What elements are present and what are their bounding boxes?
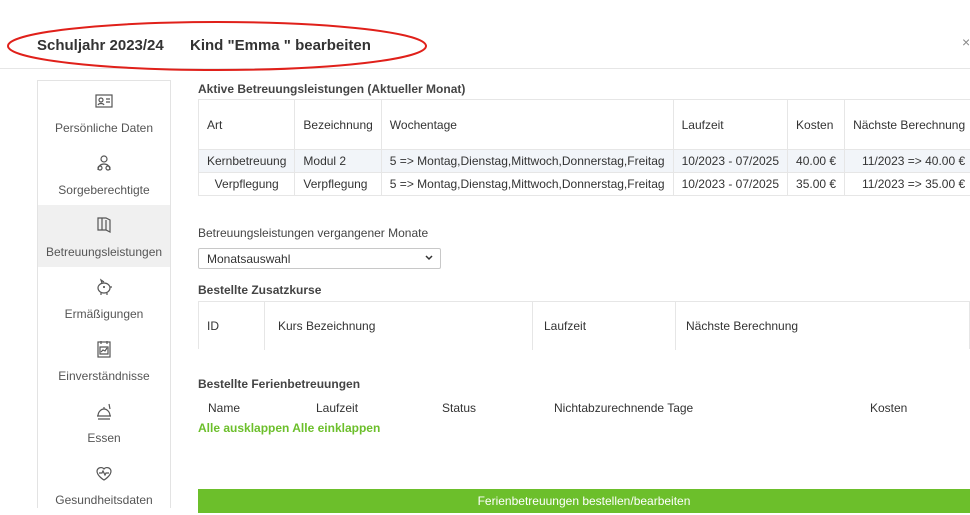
past-services-label: Betreuungsleistungen vergangener Monate — [198, 226, 428, 240]
sidebar-item-sorgeberechtigte[interactable]: Sorgeberechtigte — [38, 143, 170, 205]
table-cell: 10/2023 - 07/2025 — [673, 173, 787, 196]
sidebar-item-label: Essen — [38, 431, 170, 445]
table-cell: Verpflegung — [199, 173, 295, 196]
holiday-section-title: Bestellte Ferienbetreuungen — [198, 377, 360, 391]
id-card-icon — [94, 91, 114, 111]
sidebar-item-label: Betreuungsleistungen — [38, 245, 170, 259]
column-header: Nächste Berechnung — [686, 319, 798, 333]
table-cell: Verpflegung — [295, 173, 381, 196]
column-header: Kosten — [788, 100, 845, 150]
meal-icon — [94, 401, 114, 421]
table-row: Kernbetreuung Modul 2 5 => Montag,Dienst… — [199, 150, 970, 173]
column-header: Laufzeit — [544, 319, 586, 333]
edit-child-title: Kind "Emma " bearbeiten — [190, 37, 371, 54]
sidebar-item-gesundheitsdaten[interactable]: Gesundheitsdaten — [38, 453, 170, 515]
close-icon[interactable]: × — [962, 34, 970, 50]
table-cell: Kernbetreuung — [199, 150, 295, 173]
table-cell: 11/2023 => 35.00 € — [845, 173, 970, 196]
sidebar-item-persoenliche-daten[interactable]: Persönliche Daten — [38, 81, 170, 143]
courses-table: ID Kurs Bezeichnung Laufzeit Nächste Ber… — [198, 301, 970, 349]
table-cell: 5 => Montag,Dienstag,Mittwoch,Donnerstag… — [381, 150, 673, 173]
month-select-value: Monatsauswahl — [207, 252, 290, 266]
column-header: Laufzeit — [316, 401, 358, 415]
table-cell: 11/2023 => 40.00 € — [845, 150, 970, 173]
column-header: Laufzeit — [673, 100, 787, 150]
expand-all-link[interactable]: Alle ausklappen — [198, 421, 289, 435]
column-header: Kosten — [870, 401, 907, 415]
active-services-table: Art Bezeichnung Wochentage Laufzeit Kost… — [198, 99, 970, 196]
table-cell: 35.00 € — [788, 173, 845, 196]
book-icon — [94, 215, 114, 235]
column-header: ID — [207, 319, 219, 333]
column-header: Nächste Berechnung — [845, 100, 970, 150]
column-header: Wochentage — [381, 100, 673, 150]
table-cell: Modul 2 — [295, 150, 381, 173]
sidebar-item-label: Gesundheitsdaten — [38, 493, 170, 507]
document-icon — [94, 339, 114, 359]
sidebar-item-betreuungsleistungen[interactable]: Betreuungsleistungen — [38, 205, 170, 267]
people-icon — [94, 153, 114, 173]
sidebar: Persönliche Daten Sorgeberechtigte Betre… — [37, 80, 171, 508]
sidebar-item-einverstaendnisse[interactable]: Einverständnisse — [38, 329, 170, 391]
heart-pulse-icon — [94, 463, 114, 483]
active-section-title: Aktive Betreuungsleistungen (Aktueller M… — [198, 82, 465, 96]
column-header: Nichtabzurechnende Tage — [554, 401, 693, 415]
column-header: Status — [442, 401, 476, 415]
courses-section-title: Bestellte Zusatzkurse — [198, 283, 321, 297]
sidebar-item-label: Ermäßigungen — [38, 307, 170, 321]
sidebar-item-ermaessigungen[interactable]: Ermäßigungen — [38, 267, 170, 329]
sidebar-item-essen[interactable]: Essen — [38, 391, 170, 453]
column-header: Bezeichnung — [295, 100, 381, 150]
table-cell: 40.00 € — [788, 150, 845, 173]
piggy-bank-icon — [94, 277, 114, 297]
month-select[interactable]: Monatsauswahl — [198, 248, 441, 269]
table-cell: 10/2023 - 07/2025 — [673, 150, 787, 173]
table-row: Verpflegung Verpflegung 5 => Montag,Dien… — [199, 173, 970, 196]
column-header: Name — [208, 401, 240, 415]
expand-links: Alle ausklappen Alle einklappen — [198, 421, 380, 435]
collapse-all-link[interactable]: Alle einklappen — [292, 421, 380, 435]
order-holiday-button[interactable]: Ferienbetreuungen bestellen/bearbeiten — [198, 489, 970, 513]
sidebar-item-label: Persönliche Daten — [38, 121, 170, 135]
dialog-header: Schuljahr 2023/24 Kind "Emma " bearbeite… — [0, 0, 970, 69]
chevron-down-icon — [424, 253, 434, 263]
column-header: Kurs Bezeichnung — [278, 319, 375, 333]
sidebar-item-label: Einverständnisse — [38, 369, 170, 383]
sidebar-item-label: Sorgeberechtigte — [38, 183, 170, 197]
column-header: Art — [199, 100, 295, 150]
table-cell: 5 => Montag,Dienstag,Mittwoch,Donnerstag… — [381, 173, 673, 196]
school-year-title: Schuljahr 2023/24 — [37, 37, 164, 54]
